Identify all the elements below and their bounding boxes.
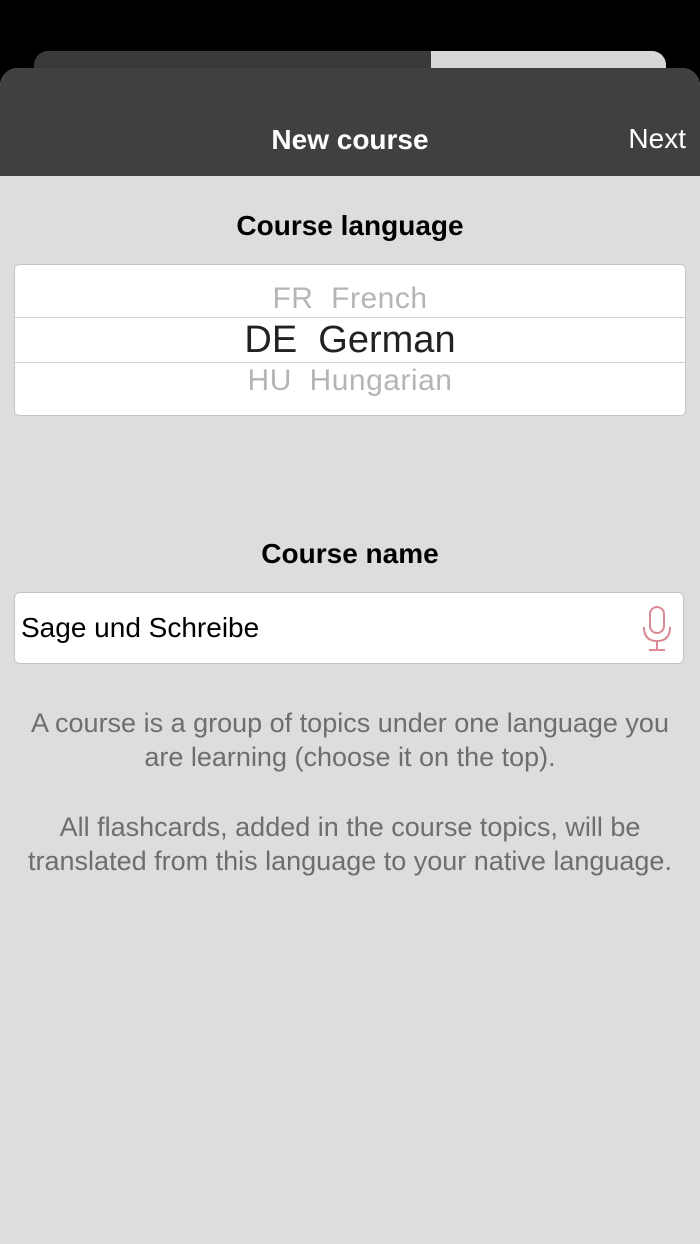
help-text-flashcards: All flashcards, added in the course topi… [28,812,672,876]
picker-option-german[interactable]: DE German [15,318,685,362]
course-name-input[interactable] [21,593,621,663]
next-button[interactable]: Next [628,122,686,156]
navigation-bar: New course Next [0,68,700,176]
course-name-field[interactable] [14,592,684,664]
new-course-sheet: New course Next Course language FR Frenc… [0,68,700,1244]
picker-option-french[interactable]: FR French [15,281,685,317]
course-language-heading: Course language [236,210,464,241]
course-language-picker[interactable]: FR French DE German HU Hungarian [14,264,686,416]
help-text-course: A course is a group of topics under one … [31,708,669,772]
course-name-heading: Course name [261,538,439,569]
microphone-icon[interactable] [641,605,673,653]
picker-option-hungarian[interactable]: HU Hungarian [15,363,685,399]
nav-title: New course [271,124,429,155]
